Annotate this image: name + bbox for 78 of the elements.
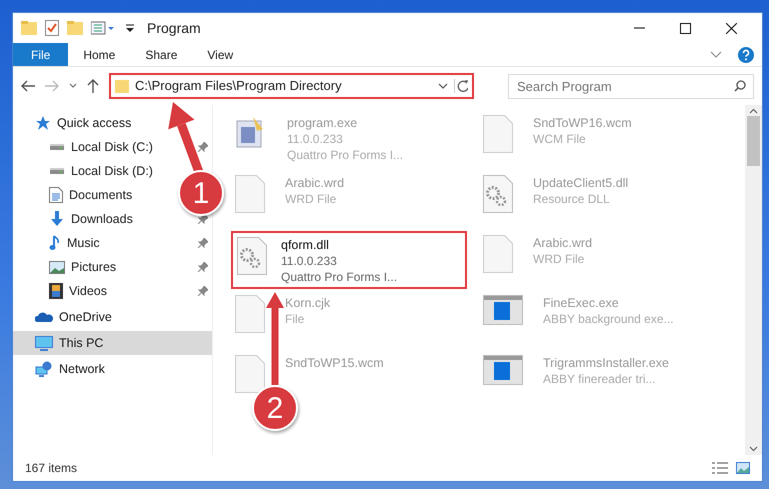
window-title: Program [147,18,201,38]
file-detail: WRD File [533,251,584,267]
network-icon [35,361,53,377]
large-icons-view-icon[interactable] [736,462,750,474]
download-icon [49,211,65,227]
scroll-thumb[interactable] [747,116,760,166]
gears-document-icon[interactable] [237,237,267,275]
address-bar[interactable]: C:\Program Files\Program Directory [109,73,474,99]
properties-icon[interactable] [45,20,59,36]
file-detail: WRD File [285,191,336,207]
sidebar-item[interactable]: OneDrive [35,308,112,326]
sidebar-item[interactable]: Downloads [49,210,133,228]
sidebar-item[interactable]: Documents [49,186,132,204]
highlighted-file[interactable]: qform.dll 11.0.0.233 Quattro Pro Forms I... [231,231,467,289]
ribbon-tab[interactable]: Home [68,43,130,66]
step-number: 1 [178,170,224,216]
search-field[interactable]: Search Program [508,74,754,98]
scroll-up-icon[interactable] [749,108,758,114]
file-detail: WCM File [533,131,586,147]
ribbon-tab[interactable]: Share [130,43,192,66]
cloud-icon [35,311,53,323]
drive-icon [49,144,65,150]
sidebar-item[interactable]: Local Disk (D:) [49,162,153,180]
maximize-icon[interactable] [680,22,690,34]
document-icon [49,187,63,203]
scroll-down-icon[interactable] [749,446,758,452]
pin-icon[interactable] [198,238,208,248]
music-note-icon [49,235,61,251]
refresh-icon[interactable] [454,79,468,93]
scrollbar[interactable] [745,105,762,455]
sidebar-item[interactable]: Network [35,360,105,378]
details-view-icon[interactable] [712,462,728,474]
item-count: 167 items [25,460,78,477]
help-icon[interactable] [738,46,754,62]
step-number: 2 [252,385,298,431]
file-detail: 11.0.0.233 [281,253,337,269]
folder-icon [115,79,129,93]
search-icon [734,80,746,92]
file-detail: File [285,311,304,327]
dropdown-icon[interactable] [125,23,135,33]
sidebar-item[interactable]: Music [49,234,100,252]
file-detail: Quattro Pro Forms I... [281,269,398,285]
file-detail: Resource DLL [533,191,610,207]
ribbon-tab[interactable]: File [13,43,68,66]
recent-icon[interactable] [69,83,77,89]
film-icon [49,283,63,299]
file-name[interactable]: qform.dll [281,237,329,253]
back-icon[interactable] [21,80,35,92]
pin-icon[interactable] [198,142,208,152]
folder-icon[interactable] [67,21,83,35]
dropdown-icon[interactable] [438,83,448,89]
minimize-icon[interactable] [634,27,644,29]
file-detail: Quattro Pro Forms I... [287,147,404,163]
pin-icon[interactable] [198,286,208,296]
sidebar-item[interactable]: This PC [35,334,104,352]
application-icon[interactable] [483,355,523,385]
monitor-icon [35,336,53,350]
drive-icon [49,168,65,174]
up-icon[interactable] [87,79,99,93]
star-icon [35,115,51,131]
forward-icon[interactable] [45,80,59,92]
sidebar-item[interactable]: Pictures [49,258,116,276]
close-icon[interactable] [726,22,736,34]
customize-icon[interactable] [91,21,117,35]
file-detail: ABBY background exe... [543,311,674,327]
sidebar-item[interactable]: Local Disk (C:) [49,138,153,156]
pictures-icon [49,260,65,274]
pin-icon[interactable] [198,262,208,272]
application-icon[interactable] [483,295,523,325]
expand-ribbon-icon[interactable] [710,50,722,58]
ribbon-tab[interactable]: View [192,43,248,66]
sidebar-item[interactable]: Videos [49,282,107,300]
sidebar-item[interactable]: Quick access [35,114,132,132]
folder-icon[interactable] [21,21,37,35]
file-detail: ABBY finereader tri... [543,371,656,387]
file-detail: 11.0.0.233 [287,131,343,147]
gears-document-icon[interactable] [483,175,513,213]
pin-icon[interactable] [198,214,208,224]
